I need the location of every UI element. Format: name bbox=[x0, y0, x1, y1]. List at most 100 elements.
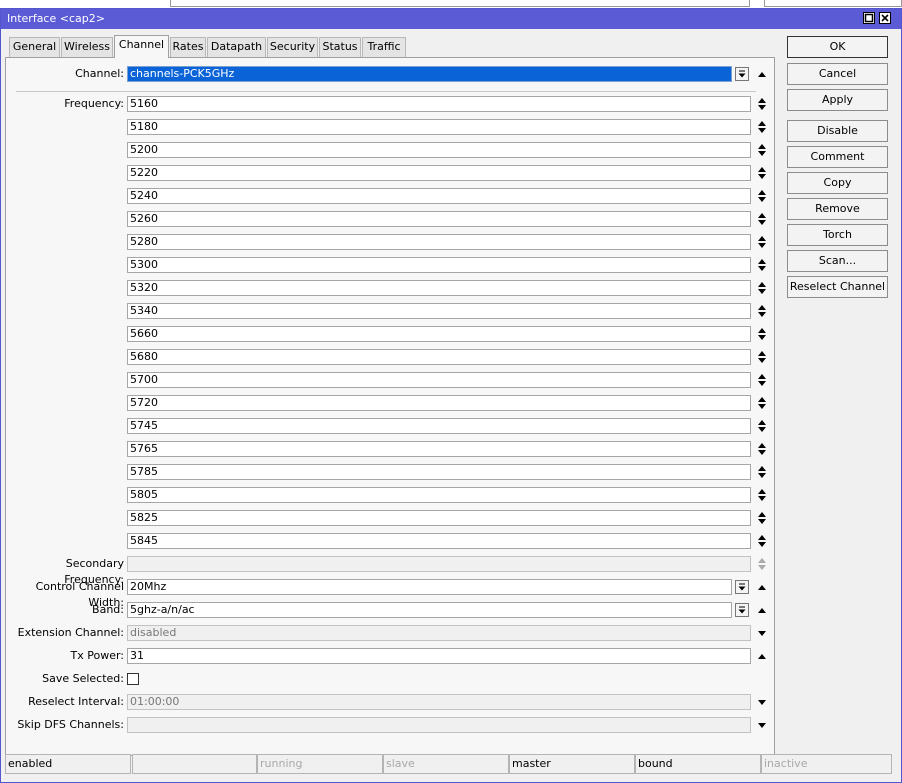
frequency-field[interactable]: 5765 bbox=[127, 441, 751, 457]
frequency-field[interactable]: 5260 bbox=[127, 211, 751, 227]
window-title: Interface <cap2> bbox=[7, 12, 105, 25]
frequency-updown-icon[interactable] bbox=[756, 487, 768, 503]
frequency-updown-icon[interactable] bbox=[756, 165, 768, 181]
scan-button[interactable]: Scan... bbox=[787, 250, 888, 272]
frequency-updown-icon[interactable] bbox=[756, 441, 768, 457]
tab-traffic[interactable]: Traffic bbox=[362, 37, 406, 57]
frequency-updown-icon[interactable] bbox=[756, 395, 768, 411]
frequency-updown-icon[interactable] bbox=[756, 372, 768, 388]
frequency-updown-icon[interactable] bbox=[756, 349, 768, 365]
reselect-interval-expand-icon[interactable] bbox=[756, 694, 768, 710]
frequency-field[interactable]: 5845 bbox=[127, 533, 751, 549]
frequency-updown-icon[interactable] bbox=[756, 188, 768, 204]
frequency-field[interactable]: 5320 bbox=[127, 280, 751, 296]
status-empty bbox=[132, 754, 257, 774]
frequency-field[interactable]: 5240 bbox=[127, 188, 751, 204]
copy-button[interactable]: Copy bbox=[787, 172, 888, 194]
save-selected-label: Save Selected: bbox=[42, 672, 124, 685]
title-bar[interactable]: Interface <cap2> bbox=[1, 9, 901, 29]
frequency-field[interactable]: 5160 bbox=[127, 96, 751, 112]
frequency-label: Frequency: bbox=[64, 97, 124, 110]
frequency-field[interactable]: 5300 bbox=[127, 257, 751, 273]
frequency-updown-icon[interactable] bbox=[756, 234, 768, 250]
extension-channel-field[interactable]: disabled bbox=[127, 625, 751, 641]
channel-field[interactable]: channels-PCK5GHz bbox=[127, 66, 732, 82]
tab-wireless[interactable]: Wireless bbox=[61, 37, 113, 57]
tab-rates[interactable]: Rates bbox=[170, 37, 206, 57]
tab-datapath[interactable]: Datapath bbox=[207, 37, 266, 57]
disable-button[interactable]: Disable bbox=[787, 120, 888, 142]
skip-dfs-channels-expand-icon[interactable] bbox=[756, 717, 768, 733]
band-label: Band: bbox=[92, 603, 124, 616]
channel-collapse-icon[interactable] bbox=[756, 66, 768, 82]
tab-security[interactable]: Security bbox=[267, 37, 318, 57]
control-channel-width-field[interactable]: 20Mhz bbox=[127, 579, 732, 595]
tx-power-collapse-icon[interactable] bbox=[756, 648, 768, 664]
separator bbox=[16, 91, 756, 92]
channel-label: Channel: bbox=[75, 67, 124, 80]
frequency-field[interactable]: 5220 bbox=[127, 165, 751, 181]
reselect-channel-button[interactable]: Reselect Channel bbox=[787, 276, 888, 298]
status-master: master bbox=[509, 754, 635, 774]
channel-dropdown-button[interactable] bbox=[735, 67, 749, 81]
reselect-interval-field[interactable]: 01:00:00 bbox=[127, 694, 751, 710]
frequency-field[interactable]: 5700 bbox=[127, 372, 751, 388]
interface-dialog: Interface <cap2> General Wireless Channe… bbox=[0, 8, 902, 783]
save-selected-checkbox[interactable] bbox=[127, 673, 139, 685]
maximize-icon[interactable] bbox=[863, 12, 875, 24]
frequency-field[interactable]: 5680 bbox=[127, 349, 751, 365]
frequency-updown-icon[interactable] bbox=[756, 280, 768, 296]
frequency-field[interactable]: 5825 bbox=[127, 510, 751, 526]
status-running: running bbox=[257, 754, 383, 774]
secondary-frequency-field[interactable] bbox=[127, 556, 751, 572]
frequency-updown-icon[interactable] bbox=[756, 418, 768, 434]
frequency-field[interactable]: 5745 bbox=[127, 418, 751, 434]
secondary-frequency-updown-icon[interactable] bbox=[756, 556, 768, 572]
comment-button[interactable]: Comment bbox=[787, 146, 888, 168]
cancel-button[interactable]: Cancel bbox=[787, 63, 888, 85]
status-enabled: enabled bbox=[5, 754, 131, 774]
skip-dfs-channels-label: Skip DFS Channels: bbox=[17, 718, 124, 731]
frequency-field[interactable]: 5805 bbox=[127, 487, 751, 503]
control-channel-width-dropdown-button[interactable] bbox=[735, 580, 749, 594]
frequency-field[interactable]: 5200 bbox=[127, 142, 751, 158]
frequency-updown-icon[interactable] bbox=[756, 96, 768, 112]
frequency-updown-icon[interactable] bbox=[756, 211, 768, 227]
tab-status[interactable]: Status bbox=[319, 37, 361, 57]
frequency-updown-icon[interactable] bbox=[756, 533, 768, 549]
frequency-updown-icon[interactable] bbox=[756, 464, 768, 480]
frequency-field[interactable]: 5785 bbox=[127, 464, 751, 480]
tx-power-field[interactable]: 31 bbox=[127, 648, 751, 664]
close-icon[interactable] bbox=[879, 12, 891, 24]
extension-channel-label: Extension Channel: bbox=[17, 626, 124, 639]
frequency-field[interactable]: 5660 bbox=[127, 326, 751, 342]
frequency-updown-icon[interactable] bbox=[756, 326, 768, 342]
frequency-field[interactable]: 5280 bbox=[127, 234, 751, 250]
frequency-updown-icon[interactable] bbox=[756, 119, 768, 135]
band-field[interactable]: 5ghz-a/n/ac bbox=[127, 602, 732, 618]
skip-dfs-channels-field[interactable] bbox=[127, 717, 751, 733]
tx-power-label: Tx Power: bbox=[70, 649, 125, 662]
remove-button[interactable]: Remove bbox=[787, 198, 888, 220]
ok-button[interactable]: OK bbox=[787, 36, 888, 58]
frequency-field[interactable]: 5720 bbox=[127, 395, 751, 411]
reselect-interval-label: Reselect Interval: bbox=[28, 695, 124, 708]
frequency-field[interactable]: 5180 bbox=[127, 119, 751, 135]
frequency-updown-icon[interactable] bbox=[756, 510, 768, 526]
frequency-updown-icon[interactable] bbox=[756, 142, 768, 158]
background-window-strip bbox=[0, 0, 902, 8]
status-inactive: inactive bbox=[761, 754, 892, 774]
extension-channel-expand-icon[interactable] bbox=[756, 625, 768, 641]
control-channel-width-collapse-icon[interactable] bbox=[756, 579, 768, 595]
band-collapse-icon[interactable] bbox=[756, 602, 768, 618]
frequency-updown-icon[interactable] bbox=[756, 257, 768, 273]
apply-button[interactable]: Apply bbox=[787, 89, 888, 111]
torch-button[interactable]: Torch bbox=[787, 224, 888, 246]
frequency-field[interactable]: 5340 bbox=[127, 303, 751, 319]
frequency-updown-icon[interactable] bbox=[756, 303, 768, 319]
tab-general[interactable]: General bbox=[9, 37, 60, 57]
background-window-edge bbox=[764, 0, 902, 7]
tab-channel[interactable]: Channel bbox=[114, 35, 169, 58]
status-slave: slave bbox=[383, 754, 509, 774]
band-dropdown-button[interactable] bbox=[735, 603, 749, 617]
